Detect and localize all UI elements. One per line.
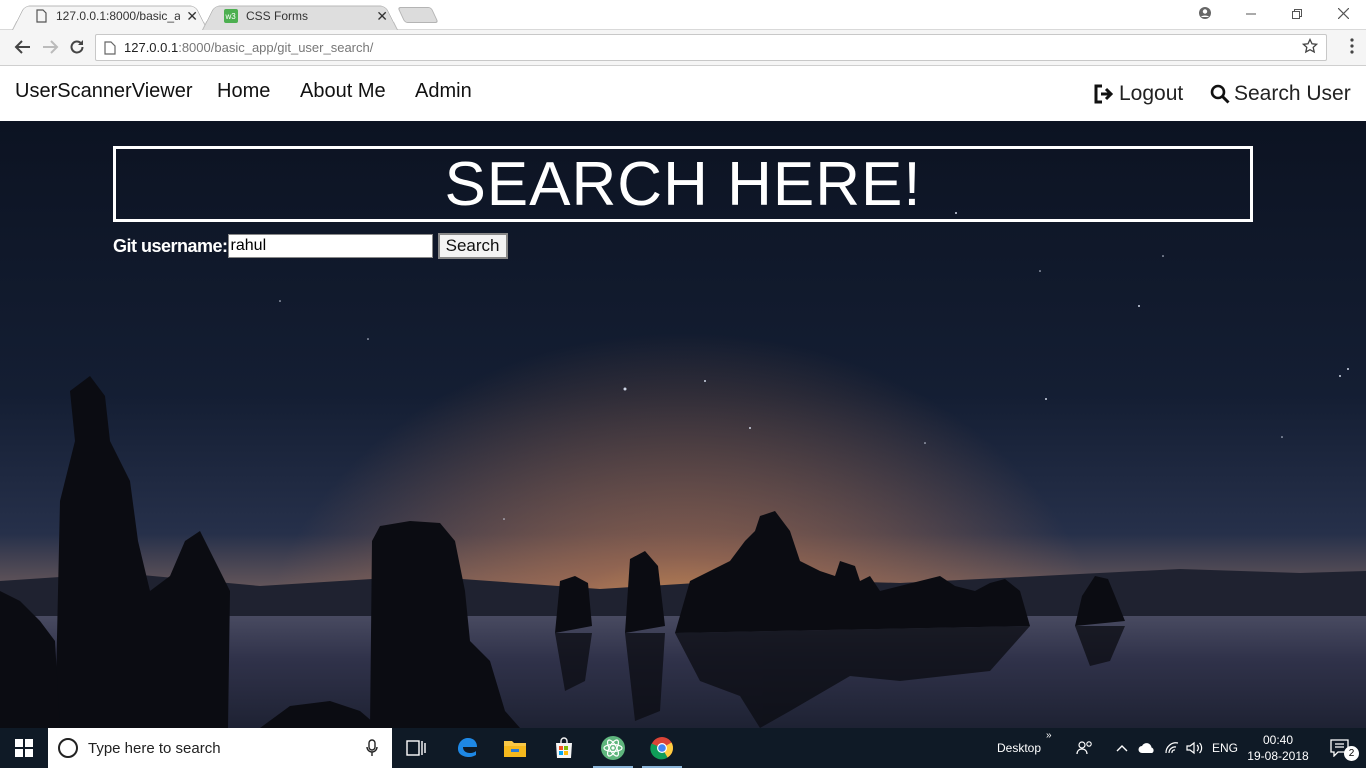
file-explorer-icon[interactable] [491,728,539,768]
logout-icon [1094,84,1114,104]
taskbar-search-placeholder: Type here to search [88,739,221,757]
edge-browser-icon[interactable] [443,728,491,768]
close-tab-icon[interactable]: ✕ [376,8,388,25]
cortana-icon [58,738,78,758]
browser-tabstrip: 127.0.0.1:8000/basic_app ✕ w3 CSS Forms … [0,0,1366,30]
chrome-menu-icon[interactable] [1350,38,1354,59]
microsoft-store-icon[interactable] [540,728,588,768]
tab-basic-app[interactable]: 127.0.0.1:8000/basic_app ✕ [12,2,208,30]
nav-home-link[interactable]: Home [217,80,270,103]
atom-editor-icon[interactable] [589,728,637,768]
web-page: UserScannerViewer Home About Me Admin Lo… [0,66,1366,728]
toolbar-expand-icon[interactable]: » [1046,730,1052,741]
address-bar[interactable]: 127.0.0.1:8000/basic_app/git_user_search… [95,34,1327,61]
new-tab-button[interactable] [397,7,439,23]
page-heading: SEARCH HERE! [444,149,922,219]
close-tab-icon[interactable]: ✕ [186,8,198,25]
taskbar-search-box[interactable]: Type here to search [48,728,392,768]
clock-time: 00:40 [1262,733,1294,747]
language-indicator[interactable]: ENG [1212,741,1238,755]
window-controls [1182,0,1366,28]
url-path: :8000/basic_app/git_user_search/ [178,40,374,55]
url-host: 127.0.0.1 [124,40,179,55]
close-window-icon[interactable] [1320,6,1366,22]
clock-date: 19-08-2018 [1247,749,1309,763]
action-center-icon[interactable]: 2 [1318,728,1362,768]
taskbar-clock[interactable]: 00:40 19-08-2018 [1246,732,1310,764]
site-navbar: UserScannerViewer Home About Me Admin Lo… [0,66,1366,121]
bookmark-star-icon[interactable] [1301,37,1319,59]
tab-title: CSS Forms [246,9,309,23]
show-hidden-icons-icon[interactable] [1109,728,1135,768]
search-user-link[interactable]: Search User [1210,82,1351,106]
url-text[interactable]: 127.0.0.1:8000/basic_app/git_user_search… [124,40,373,55]
notification-count-badge: 2 [1344,746,1359,761]
logout-link[interactable]: Logout [1093,82,1183,106]
nav-admin-link[interactable]: Admin [415,80,472,103]
git-username-input[interactable] [227,234,433,258]
brand-link[interactable]: UserScannerViewer [15,80,193,103]
search-icon [1210,84,1230,104]
chrome-icon[interactable] [638,728,686,768]
back-arrow-icon[interactable] [13,38,33,58]
page-info-icon[interactable] [104,40,116,55]
windows-taskbar: Type here to search Desktop » ENG 00:40 … [0,728,1366,768]
nav-about-link[interactable]: About Me [300,80,386,103]
search-user-label: Search User [1234,82,1351,105]
search-heading-box: SEARCH HERE! [113,146,1253,222]
task-view-icon[interactable] [392,728,440,768]
logout-label: Logout [1119,82,1184,105]
search-button[interactable]: Search [437,233,508,259]
tab-css-forms[interactable]: w3 CSS Forms ✕ [202,2,398,30]
people-icon[interactable] [1063,728,1107,768]
wifi-icon[interactable] [1160,728,1184,768]
git-username-label: Git username: [113,235,228,256]
w3schools-icon: w3 [224,9,238,23]
desktop-toolbar-label[interactable]: Desktop [997,741,1041,755]
svg-text:w3: w3 [225,12,237,21]
forward-arrow-icon[interactable] [40,38,60,58]
hero-background: SEARCH HERE! Git username: Search [0,121,1366,728]
minimize-icon[interactable] [1228,6,1274,22]
page-icon [36,9,47,23]
microphone-icon[interactable] [366,739,378,757]
windows-start-icon[interactable] [0,728,48,768]
volume-icon[interactable] [1183,728,1207,768]
tab-title: 127.0.0.1:8000/basic_app [56,9,181,23]
reload-icon[interactable] [67,38,87,58]
browser-toolbar: 127.0.0.1:8000/basic_app/git_user_search… [0,30,1366,66]
profile-icon[interactable] [1182,6,1228,23]
onedrive-icon[interactable] [1135,728,1159,768]
restore-icon[interactable] [1274,6,1320,22]
git-search-form: Git username: Search [113,233,508,259]
